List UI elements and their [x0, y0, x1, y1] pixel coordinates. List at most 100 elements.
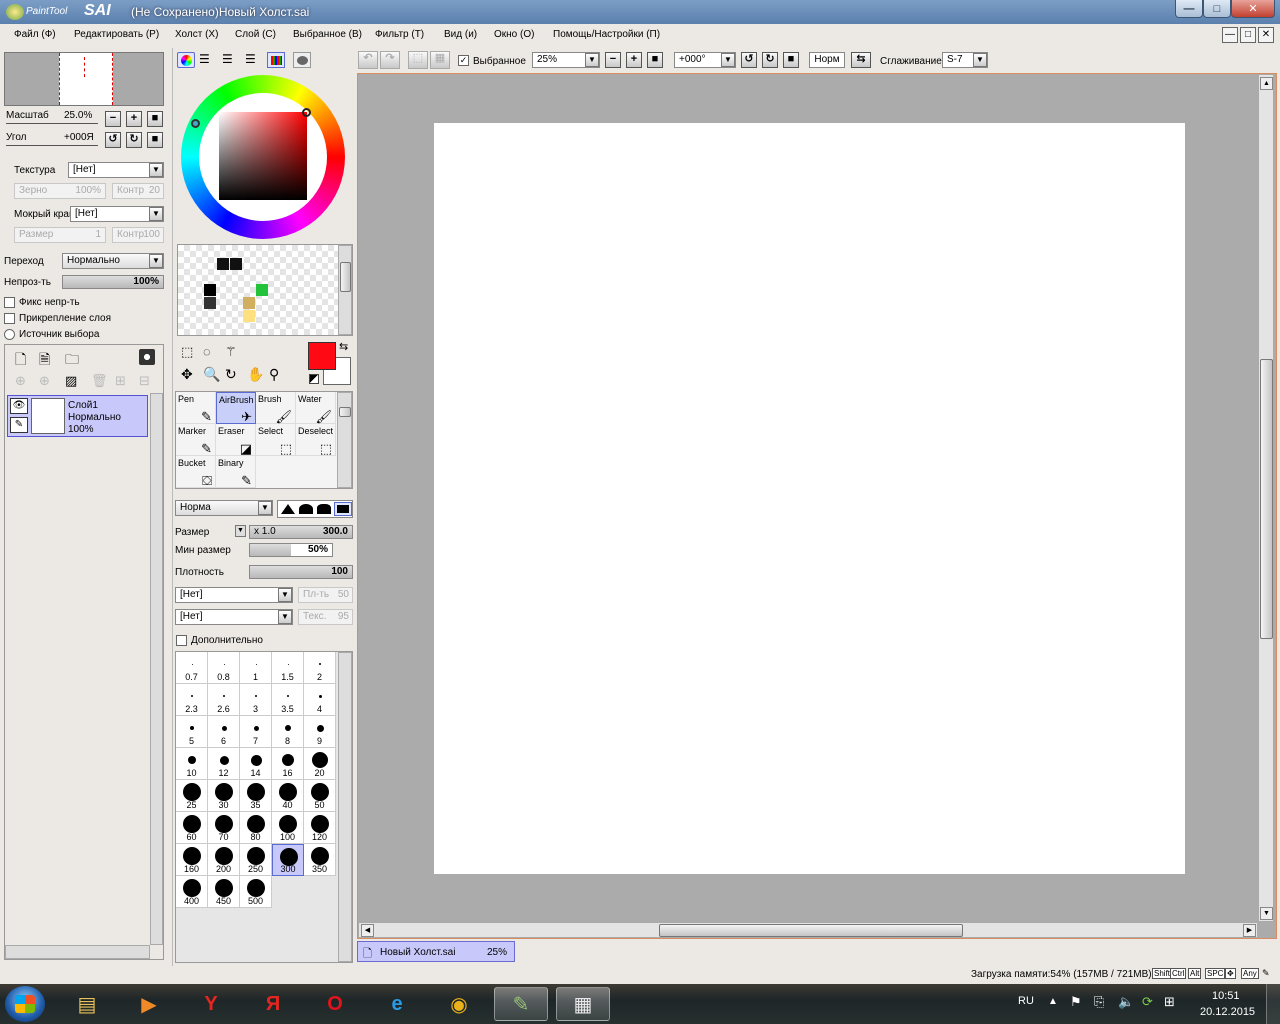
brush-size-cell[interactable]: 60 — [176, 812, 208, 844]
toolbar-rotate-reset-button[interactable]: ■ — [783, 52, 799, 68]
brush-size-cell[interactable]: 400 — [176, 876, 208, 908]
clock-date[interactable]: 20.12.2015 — [1200, 1006, 1255, 1018]
swatch-cell[interactable] — [217, 258, 229, 270]
canvas-h-scrollbar[interactable]: ◀ ▶ — [358, 922, 1258, 938]
brush-size-cell[interactable]: 350 — [304, 844, 336, 876]
intermediate-color-tab[interactable]: ☰ — [245, 52, 256, 66]
swatch-scroll-thumb[interactable] — [340, 262, 351, 292]
brush-size-cell[interactable]: 0.7 — [176, 652, 208, 684]
swap-color-icon[interactable]: ⇆ — [339, 340, 348, 353]
brush-shape2-select[interactable]: [Нет] — [175, 609, 293, 625]
brush-size-cell[interactable]: 4 — [304, 684, 336, 716]
sv-picker[interactable] — [302, 108, 311, 117]
brush-size-cell[interactable]: 2.6 — [208, 684, 240, 716]
lasso-icon[interactable]: ◌ — [203, 344, 211, 359]
hsv-slider-tab[interactable]: ☰ — [222, 52, 233, 66]
volume-icon[interactable]: 🔈 — [1118, 994, 1134, 1010]
brush-size-cell[interactable]: 80 — [240, 812, 272, 844]
min-size-slider[interactable]: 50% — [249, 543, 333, 557]
menu-filter[interactable]: Фильтр (Т) — [375, 29, 424, 40]
selection-visible-checkbox[interactable]: ✓ — [458, 55, 469, 66]
opacity-slider[interactable]: 100% — [62, 275, 164, 289]
brush-size-cell[interactable]: 70 — [208, 812, 240, 844]
taskbar-explorer[interactable]: ▤ — [60, 987, 114, 1021]
tool-binary[interactable]: Binary ✎ — [216, 456, 256, 488]
brush-size-cell[interactable]: 25 — [176, 780, 208, 812]
menu-view[interactable]: Вид (и) — [444, 29, 477, 40]
normal-view-button[interactable]: Норм — [809, 52, 845, 68]
rgb-slider-tab[interactable]: ☰ — [199, 52, 210, 66]
swatch-cell[interactable] — [256, 284, 268, 296]
eyedropper-icon[interactable]: ⚲ — [269, 366, 279, 383]
mdi-restore-button[interactable]: □ — [1240, 27, 1256, 43]
tool-airbrush[interactable]: AirBrush ✈ — [216, 392, 256, 424]
menu-canvas[interactable]: Холст (Х) — [175, 29, 218, 40]
swatches-tab[interactable] — [267, 52, 285, 68]
menu-file[interactable]: Файл (Ф) — [14, 29, 56, 40]
new-layer-icon[interactable]: 🗋 — [15, 349, 26, 373]
canvas-v-scrollbar[interactable]: ▲ ▼ — [1258, 74, 1274, 922]
brush-shape1-dropdown-icon[interactable]: ▼ — [278, 588, 292, 602]
windows-tray-icon[interactable]: ⊞ — [1164, 994, 1175, 1010]
taskbar-sai-document[interactable]: ▦ — [556, 987, 610, 1021]
tool-pen[interactable]: Pen ✎ — [176, 392, 216, 424]
swatch-cell[interactable] — [204, 297, 216, 309]
scratchpad-tab[interactable] — [293, 52, 311, 68]
angle-value[interactable]: +000Я — [64, 132, 94, 143]
size-multiplier-dropdown-icon[interactable]: ▼ — [235, 525, 246, 537]
zoom-slider[interactable] — [6, 123, 98, 124]
brush-size-cell[interactable]: 9 — [304, 716, 336, 748]
rotate-left-button[interactable]: ↺ — [105, 132, 121, 148]
tool-water[interactable]: Water 🖌 — [296, 392, 336, 424]
brush-size-scrollbar[interactable] — [338, 652, 352, 962]
brush-size-cell[interactable]: 500 — [240, 876, 272, 908]
canvas-v-scroll-thumb[interactable] — [1260, 359, 1273, 639]
scroll-left-arrow[interactable]: ◀ — [361, 924, 374, 937]
mdi-close-button[interactable]: ✕ — [1258, 27, 1274, 43]
show-desktop-button[interactable] — [1266, 984, 1280, 1024]
rotate-icon[interactable]: ↻ — [225, 366, 237, 383]
brush-size-cell[interactable]: 0.8 — [208, 652, 240, 684]
canvas[interactable] — [434, 123, 1185, 874]
rotate-right-button[interactable]: ↻ — [126, 132, 142, 148]
brush-size-cell[interactable]: 450 — [208, 876, 240, 908]
action-center-flag-icon[interactable]: ⚑ — [1070, 994, 1082, 1010]
title-bar[interactable]: PaintTool SAI (Не Сохранено)Новый Холст.… — [0, 0, 1280, 24]
close-button[interactable]: ✕ — [1231, 0, 1275, 18]
selection-source-radio[interactable] — [4, 329, 15, 340]
tool-bucket[interactable]: Bucket ⛋ — [176, 456, 216, 488]
brush-lock-icon[interactable]: ✎ — [10, 417, 28, 433]
texture-dropdown-icon[interactable]: ▼ — [149, 163, 163, 177]
tool-deselect[interactable]: Deselect ⬚ — [296, 424, 336, 456]
taskbar-yandex[interactable]: Я — [246, 987, 300, 1021]
rotate-reset-button[interactable]: ■ — [147, 132, 163, 148]
brush-size-cell[interactable]: 200 — [208, 844, 240, 876]
brush-size-cell[interactable]: 6 — [208, 716, 240, 748]
swatch-cell[interactable] — [243, 297, 255, 309]
brush-size-slider[interactable]: x 1.0 300.0 — [249, 525, 353, 539]
swatch-scrollbar[interactable] — [338, 245, 352, 335]
brush-size-cell[interactable]: 35 — [240, 780, 272, 812]
color-wheel[interactable] — [181, 75, 345, 239]
brush-mode-dropdown-icon[interactable]: ▼ — [258, 501, 272, 515]
sv-square[interactable] — [219, 112, 307, 200]
tool-marker[interactable]: Marker ✎ — [176, 424, 216, 456]
brush-size-cell[interactable]: 2.3 — [176, 684, 208, 716]
menu-layer[interactable]: Слой (С) — [235, 29, 276, 40]
brush-size-cell[interactable]: 40 — [272, 780, 304, 812]
wet-edge-dropdown-icon[interactable]: ▼ — [149, 207, 163, 221]
layer-row[interactable]: 👁 ✎ Слой1 Нормально 100% — [7, 395, 148, 437]
brush-size-cell[interactable]: 8 — [272, 716, 304, 748]
brush-size-cell[interactable]: 1.5 — [272, 652, 304, 684]
mdi-minimize-button[interactable]: — — [1222, 27, 1238, 43]
menu-help[interactable]: Помощь/Настройки (П) — [553, 29, 660, 40]
canvas-tab[interactable]: 🗋 Новый Холст.sai 25% — [357, 941, 515, 962]
minimize-button[interactable]: — — [1175, 0, 1203, 18]
toolbar-zoom-out-button[interactable]: − — [605, 52, 621, 68]
layer-mask-icon[interactable] — [139, 349, 155, 365]
toolbar-rotate-left-button[interactable]: ↺ — [741, 52, 757, 68]
brush-size-cell[interactable]: 16 — [272, 748, 304, 780]
taskbar-paint-tool-sai[interactable]: ✎ — [494, 987, 548, 1021]
tool-scroll-thumb[interactable] — [339, 407, 351, 417]
brush-size-cell[interactable]: 20 — [304, 748, 336, 780]
